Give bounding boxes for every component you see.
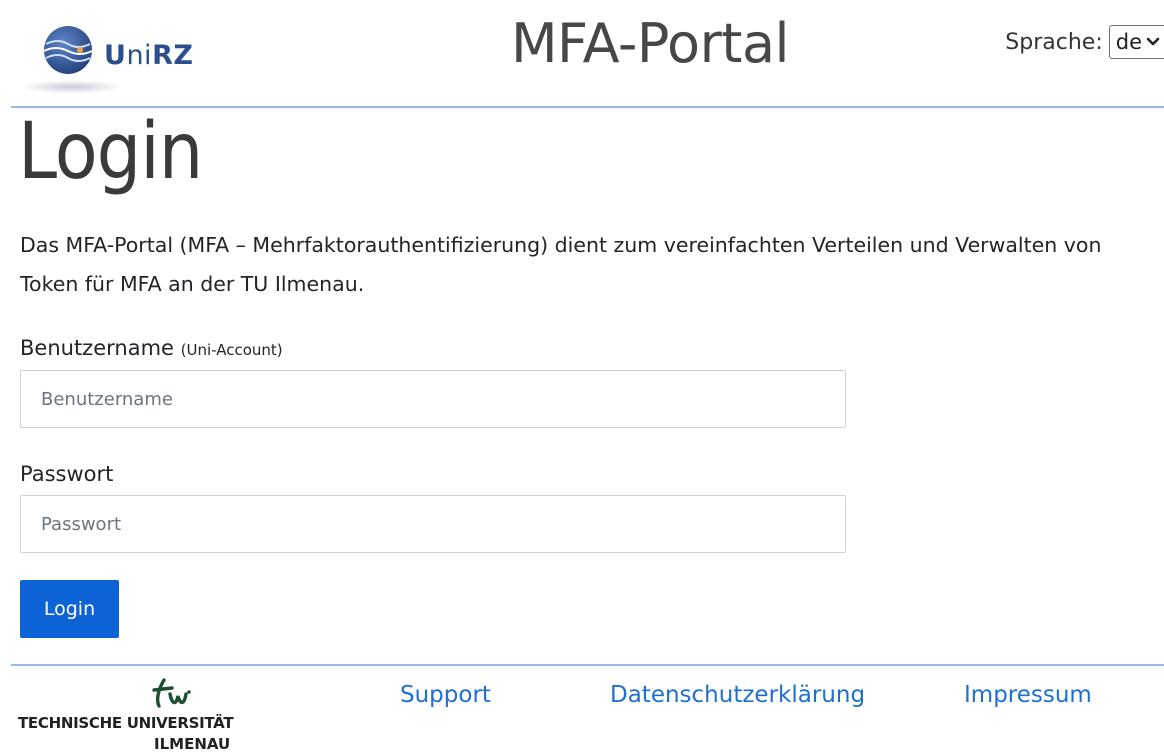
imprint-link[interactable]: Impressum xyxy=(964,682,1092,708)
language-select[interactable]: de xyxy=(1108,25,1164,59)
header: UniRZ MFA-Portal Sprache: de xyxy=(0,0,1164,107)
app-title: MFA-Portal xyxy=(510,12,790,75)
university-name-line1: TECHNISCHE UNIVERSITÄT xyxy=(18,714,234,732)
unirz-logo[interactable]: UniRZ xyxy=(20,14,230,96)
tu-ilmenau-logo[interactable]: TECHNISCHE UNIVERSITÄT ILMENAU xyxy=(18,676,268,756)
footer-divider xyxy=(11,664,1164,666)
tu-ilmenau-logo-icon xyxy=(152,678,191,708)
language-switcher: Sprache: de xyxy=(1005,24,1164,60)
username-hint: (Uni-Account) xyxy=(180,341,283,359)
logo-shadow xyxy=(20,80,124,94)
password-label: Passwort xyxy=(20,462,114,486)
unirz-globe-icon xyxy=(43,26,93,74)
password-input[interactable] xyxy=(20,495,846,553)
support-link[interactable]: Support xyxy=(400,682,491,708)
login-button[interactable]: Login xyxy=(20,580,119,638)
username-input[interactable] xyxy=(20,370,846,428)
logo-text: UniRZ xyxy=(104,40,194,71)
university-name-line2: ILMENAU xyxy=(154,735,231,753)
chevron-down-icon xyxy=(1146,37,1160,46)
username-label: Benutzername (Uni-Account) xyxy=(20,336,283,360)
privacy-link[interactable]: Datenschutzerklärung xyxy=(610,682,865,708)
intro-text: Das MFA-Portal (MFA – Mehrfaktorauthenti… xyxy=(20,233,1102,296)
page-title: Login xyxy=(18,107,203,197)
language-label: Sprache: xyxy=(1005,29,1103,55)
language-selected-value: de xyxy=(1115,30,1142,54)
